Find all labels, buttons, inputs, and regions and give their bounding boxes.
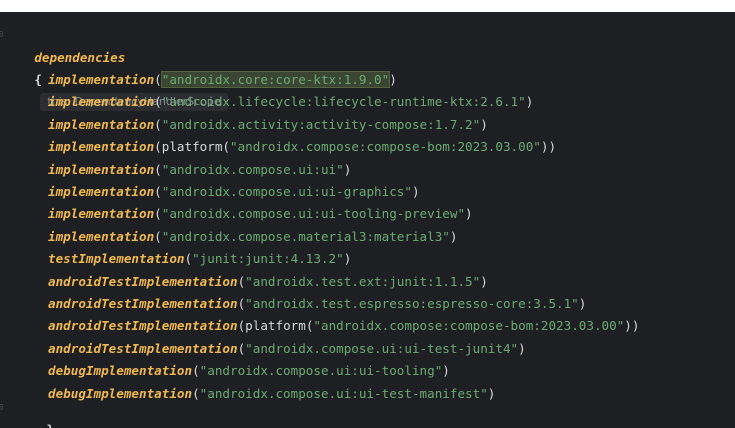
dependency-string: "androidx.test.ext:junit:1.1.5"	[245, 273, 481, 289]
close-paren: )	[465, 206, 473, 222]
code-line[interactable]: androidTestImplementation("androidx.test…	[48, 271, 488, 293]
close-paren: )	[343, 161, 352, 177]
config-keyword: testImplementation	[48, 251, 185, 267]
open-paren: (	[192, 363, 200, 379]
config-keyword: debugImplementation	[48, 363, 193, 379]
dependency-string: "androidx.lifecycle:lifecycle-runtime-kt…	[161, 94, 526, 110]
open-paren: (	[154, 139, 162, 155]
code-line[interactable]: androidTestImplementation(platform("andr…	[48, 315, 639, 337]
open-paren: (	[184, 251, 193, 267]
close-paren: )	[480, 273, 488, 289]
config-keyword: implementation	[48, 94, 155, 110]
dependency-string: "androidx.compose.ui:ui-test-manifest"	[199, 385, 488, 401]
close-paren: )	[578, 296, 587, 311]
close-brace: }	[46, 422, 54, 428]
dependency-string: "androidx.compose:compose-bom:2023.03.00…	[313, 318, 625, 334]
close-paren: )	[389, 72, 397, 87]
dependency-string: "androidx.core:core-ktx:1.9.0"	[160, 71, 391, 88]
config-keyword: implementation	[48, 206, 155, 222]
config-keyword: implementation	[48, 228, 155, 244]
dependency-string: "androidx.compose:compose-bom:2023.03.00…	[230, 139, 541, 155]
fold-start-icon[interactable]: ⊟	[0, 30, 3, 40]
open-paren: (	[154, 116, 162, 132]
dependency-string: "androidx.compose.material3:material3"	[161, 228, 450, 244]
code-line[interactable]: implementation("androidx.compose.ui:ui-t…	[48, 203, 473, 225]
open-paren: (	[154, 161, 162, 177]
code-line[interactable]: implementation("androidx.lifecycle:lifec…	[48, 91, 533, 113]
code-line[interactable]: androidTestImplementation("androidx.test…	[48, 293, 586, 315]
close-paren: )	[343, 251, 352, 267]
close-paren: )	[411, 184, 420, 199]
dependency-string: "androidx.compose.ui:ui"	[161, 161, 344, 177]
code-line[interactable]: implementation("androidx.compose.materia…	[48, 226, 457, 248]
code-line[interactable]: implementation("androidx.compose.ui:ui-g…	[48, 181, 420, 203]
close-paren: )	[487, 385, 496, 401]
dependency-string: "androidx.compose.ui:ui-graphics"	[161, 184, 412, 199]
config-keyword: implementation	[48, 116, 155, 132]
dependencies-header[interactable]: dependencies { this: DependencyHandlerSc…	[4, 25, 228, 111]
config-keyword: debugImplementation	[48, 385, 193, 401]
dependency-string: "androidx.test.espresso:espresso-core:3.…	[245, 296, 579, 311]
close-paren: )	[480, 116, 488, 132]
config-keyword: androidTestImplementation	[48, 296, 238, 311]
code-line[interactable]: implementation("androidx.activity:activi…	[48, 114, 488, 136]
config-keyword: androidTestImplementation	[48, 340, 238, 356]
code-line[interactable]: implementation(platform("androidx.compos…	[48, 136, 556, 158]
config-keyword: implementation	[48, 72, 155, 87]
config-keyword: androidTestImplementation	[48, 273, 238, 289]
code-line[interactable]: androidTestImplementation("androidx.comp…	[48, 338, 526, 360]
close-paren: )	[518, 340, 526, 356]
code-line[interactable]: debugImplementation("androidx.compose.ui…	[48, 383, 495, 405]
open-paren: (	[154, 184, 162, 199]
code-line[interactable]: implementation("androidx.compose.ui:ui")	[48, 159, 351, 181]
dependency-string: "androidx.compose.ui:ui-test-junit4"	[245, 340, 519, 356]
open-paren: (	[154, 206, 162, 222]
open-paren: (	[154, 94, 162, 110]
open-brace: {	[34, 72, 42, 87]
config-keyword: implementation	[48, 161, 155, 177]
close-paren: )	[442, 363, 450, 379]
dependency-string: "junit:junit:4.13.2"	[192, 251, 344, 267]
open-paren: (	[192, 385, 200, 401]
config-keyword: implementation	[48, 184, 155, 199]
close-paren: ))	[540, 139, 557, 155]
code-line[interactable]: testImplementation("junit:junit:4.13.2")	[48, 248, 351, 270]
dependencies-keyword: dependencies	[34, 50, 126, 65]
code-line[interactable]: implementation("androidx.core:core-ktx:1…	[48, 69, 397, 91]
close-paren: ))	[624, 318, 640, 334]
close-paren: )	[525, 94, 534, 110]
editor-top-edge	[0, 0, 735, 12]
config-keyword: androidTestImplementation	[48, 318, 238, 334]
dependency-string: "androidx.compose.ui:ui-tooling-preview"	[161, 206, 466, 222]
fold-end-icon[interactable]: ⊟	[0, 403, 3, 413]
open-paren: (	[154, 72, 162, 87]
function-call: platform(	[161, 139, 230, 155]
dependency-string: "androidx.activity:activity-compose:1.7.…	[161, 116, 481, 132]
code-editor[interactable]: ⊟ dependencies { this: DependencyHandler…	[0, 0, 735, 428]
close-paren: )	[449, 228, 458, 244]
config-keyword: implementation	[48, 139, 155, 155]
dependency-string: "androidx.compose.ui:ui-tooling"	[199, 363, 443, 379]
open-paren: (	[154, 228, 162, 244]
closing-line[interactable]: }	[16, 397, 54, 428]
function-call: platform(	[245, 318, 314, 334]
code-line[interactable]: debugImplementation("androidx.compose.ui…	[48, 360, 450, 382]
